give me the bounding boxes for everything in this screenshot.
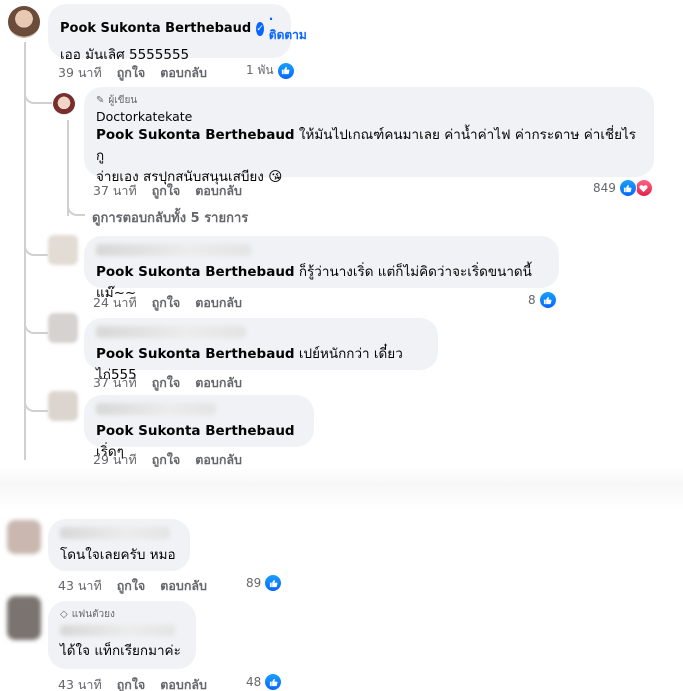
top-fan-badge: ◇ แฟนตัวยง (60, 607, 184, 622)
comment-bubble: Pook Sukonta Berthebaud เริ่ดๆ (84, 395, 314, 460)
avatar[interactable] (48, 235, 78, 265)
blurred-author-name (60, 527, 170, 539)
mention-link[interactable]: Pook Sukonta Berthebaud (96, 127, 295, 143)
comment-actions: 24 นาที ถูกใจ ตอบกลับ (93, 293, 242, 313)
comment-time[interactable]: 39 นาที (58, 63, 102, 83)
like-reaction-icon (618, 179, 637, 197)
blurred-author-name (96, 403, 216, 415)
diamond-icon: ◇ (60, 609, 68, 620)
thread-connector (24, 238, 48, 256)
blurred-author-name (96, 326, 246, 338)
like-button[interactable]: ถูกใจ (117, 675, 146, 691)
like-button[interactable]: ถูกใจ (117, 576, 146, 596)
like-button[interactable]: ถูกใจ (117, 63, 146, 83)
reply-button[interactable]: ตอบกลับ (195, 373, 242, 393)
reaction-summary[interactable]: 89 (246, 574, 283, 592)
reaction-summary[interactable]: 849 (593, 179, 653, 197)
comment-time[interactable]: 43 นาที (58, 675, 102, 691)
view-replies-link[interactable]: ดูการตอบกลับทั้ง 5 รายการ (92, 207, 248, 228)
like-button[interactable]: ถูกใจ (152, 373, 181, 393)
thread-connector (67, 200, 85, 216)
avatar[interactable] (7, 520, 41, 554)
reaction-count: 849 (593, 181, 616, 195)
like-button[interactable]: ถูกใจ (152, 181, 181, 201)
thread-connector (24, 316, 48, 334)
avatar[interactable] (48, 391, 78, 421)
reply-button[interactable]: ตอบกลับ (195, 293, 242, 313)
author-badge-label: ผู้เขียน (108, 95, 138, 106)
comment-bubble: ◇ แฟนตัวยง ได้ใจ แท็กเรียกมาค่ะ (48, 601, 196, 669)
comment-actions: 43 นาที ถูกใจ ตอบกลับ (58, 675, 207, 691)
comment-author[interactable]: Pook Sukonta Berthebaud (60, 21, 251, 36)
like-reaction-icon (264, 673, 283, 691)
reply-time[interactable]: 37 นาที (93, 181, 137, 201)
blurred-author-name (96, 244, 251, 256)
like-reaction-icon (538, 291, 557, 309)
reply-author[interactable]: Doctorkatekate (96, 109, 642, 124)
comment-header: Pook Sukonta Berthebaud ✓ · ติดตาม (60, 12, 307, 45)
reply-button[interactable]: ตอบกลับ (195, 181, 242, 201)
comment-bubble: โดนใจเลยครับ หมอ (48, 519, 190, 571)
reaction-count: 89 (246, 576, 262, 590)
author-badge: ✎ ผู้เขียน (96, 93, 642, 108)
thread-connector (24, 86, 52, 104)
thread-connector (24, 394, 48, 412)
reply-text: Pook Sukonta Berthebaud ให้มันไปเกณฑ์คนม… (96, 125, 642, 188)
comment-text: ได้ใจ แท็กเรียกมาค่ะ (60, 643, 181, 659)
pencil-icon: ✎ (96, 95, 105, 106)
comment-bubble: Pook Sukonta Berthebaud เปย์หนักกว่า เดี… (84, 318, 438, 383)
author-avatar[interactable] (53, 93, 75, 115)
verified-badge-icon: ✓ (256, 21, 264, 36)
comment-bubble: Pook Sukonta Berthebaud ✓ · ติดตาม เออ ม… (48, 4, 307, 63)
mention-link[interactable]: Pook Sukonta Berthebaud (96, 264, 295, 280)
comment-actions: 43 นาที ถูกใจ ตอบกลับ (58, 576, 207, 596)
like-reaction-icon (276, 61, 295, 80)
divider (0, 467, 683, 511)
mention-link[interactable]: Pook Sukonta Berthebaud (96, 423, 295, 439)
comment-actions: 37 นาที ถูกใจ ตอบกลับ (93, 373, 242, 393)
reply-button[interactable]: ตอบกลับ (160, 675, 207, 691)
mention-link[interactable]: Pook Sukonta Berthebaud (96, 346, 295, 362)
comment-time[interactable]: 24 นาที (93, 293, 137, 313)
comment-time[interactable]: 37 นาที (93, 373, 137, 393)
avatar[interactable] (7, 596, 41, 640)
follow-link[interactable]: · ติดตาม (269, 12, 307, 45)
reaction-count: 1 พัน (246, 63, 274, 77)
kiss-emoji-icon: 😘 (268, 169, 283, 185)
reaction-count: 48 (246, 675, 262, 689)
reply-button[interactable]: ตอบกลับ (160, 63, 207, 83)
reply-bubble: ✎ ผู้เขียน Doctorkatekate Pook Sukonta B… (84, 87, 654, 185)
reaction-count: 8 (528, 293, 536, 307)
comment-actions: 39 นาที ถูกใจ ตอบกลับ (58, 63, 207, 83)
comment-text: โดนใจเลยครับ หมอ (60, 547, 176, 563)
avatar[interactable] (48, 313, 78, 343)
comment-time[interactable]: 43 นาที (58, 576, 102, 596)
avatar[interactable] (8, 6, 40, 38)
like-button[interactable]: ถูกใจ (152, 293, 181, 313)
top-fan-label: แฟนตัวยง (71, 609, 115, 620)
love-reaction-icon (634, 179, 653, 197)
blurred-author-name (60, 625, 175, 636)
reaction-summary[interactable]: 48 (246, 673, 283, 691)
reply-button[interactable]: ตอบกลับ (160, 576, 207, 596)
reply-actions: 37 นาที ถูกใจ ตอบกลับ (93, 181, 242, 201)
reaction-summary[interactable]: 1 พัน (246, 61, 295, 80)
reaction-summary[interactable]: 8 (528, 291, 557, 309)
comment-bubble: Pook Sukonta Berthebaud ก็รู้ว่านางเริ่ด… (84, 236, 559, 301)
like-reaction-icon (264, 574, 283, 592)
